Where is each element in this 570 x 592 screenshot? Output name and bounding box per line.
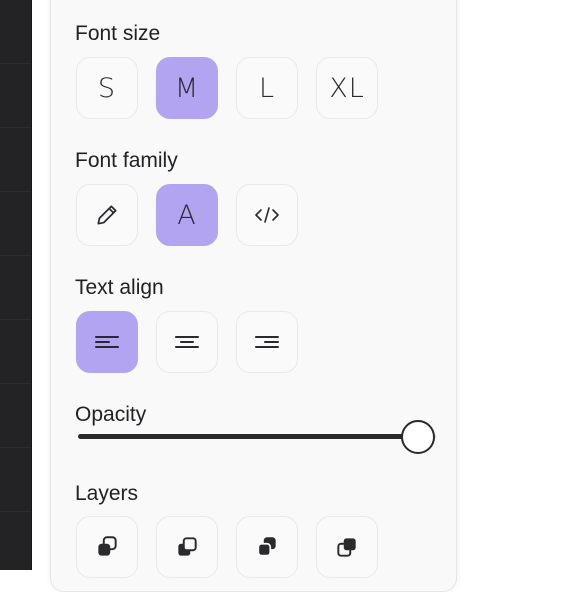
- pencil-icon: [97, 205, 117, 225]
- code-icon: [255, 207, 279, 223]
- align-center-icon: [175, 336, 199, 348]
- send-backward-button[interactable]: [156, 516, 218, 578]
- font-size-label: Font size: [75, 22, 161, 45]
- align-center-button[interactable]: [156, 311, 218, 373]
- send-to-back-button[interactable]: [76, 516, 138, 578]
- opacity-slider[interactable]: [78, 420, 436, 454]
- font-size-m-button[interactable]: M: [156, 57, 218, 119]
- font-size-m-label: M: [174, 72, 200, 104]
- send-backward-icon: [178, 537, 197, 556]
- font-size-l-label: L: [258, 72, 276, 104]
- opacity-slider-fill: [78, 434, 418, 439]
- bring-forward-button[interactable]: [236, 516, 298, 578]
- bring-forward-icon: [257, 537, 276, 557]
- font-size-s-button[interactable]: S: [76, 57, 138, 119]
- text-align-label: Text align: [75, 276, 164, 299]
- align-left-icon: [95, 336, 119, 348]
- bring-to-front-button[interactable]: [316, 516, 378, 578]
- canvas-seam: [31, 0, 32, 570]
- align-left-button[interactable]: [76, 311, 138, 373]
- opacity-slider-thumb[interactable]: [401, 420, 435, 454]
- font-family-label: Font family: [75, 149, 178, 172]
- send-to-back-icon: [98, 536, 117, 556]
- align-right-icon: [255, 336, 279, 348]
- font-family-mono-button[interactable]: [236, 184, 298, 246]
- font-family-draw-button[interactable]: [76, 184, 138, 246]
- canvas-dark-area: [0, 0, 32, 570]
- layers-label: Layers: [75, 482, 139, 505]
- align-right-button[interactable]: [236, 311, 298, 373]
- font-size-xl-button[interactable]: XL: [316, 57, 378, 119]
- bring-to-front-icon: [337, 538, 356, 557]
- font-family-sans-button[interactable]: A: [156, 184, 218, 246]
- font-size-s-label: S: [97, 72, 117, 104]
- font-size-xl-label: XL: [329, 72, 365, 104]
- font-size-l-button[interactable]: L: [236, 57, 298, 119]
- sans-serif-icon: A: [177, 199, 197, 231]
